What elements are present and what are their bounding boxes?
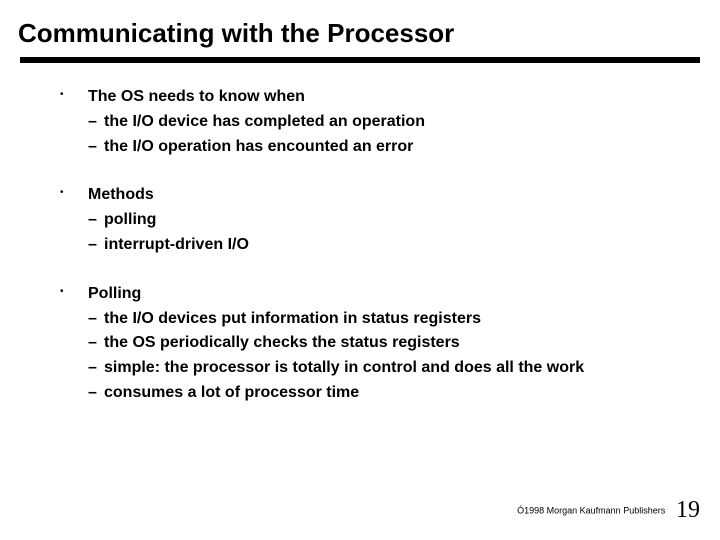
slide: Communicating with the Processor The OS … (0, 0, 720, 540)
slide-content: The OS needs to know when –the I/O devic… (0, 85, 720, 406)
page-number: 19 (676, 497, 700, 523)
bullet-level2: –simple: the processor is totally in con… (60, 356, 690, 381)
bullet-text: interrupt-driven I/O (104, 236, 249, 253)
bullet-level2: –consumes a lot of processor time (60, 381, 690, 406)
bullet-level2: –the I/O device has completed an operati… (60, 110, 690, 135)
bullet-section: Polling –the I/O devices put information… (60, 282, 690, 406)
bullet-text: the I/O device has completed an operatio… (104, 113, 425, 130)
bullet-level1: Methods (60, 183, 690, 208)
bullet-level1: The OS needs to know when (60, 85, 690, 110)
bullet-section: The OS needs to know when –the I/O devic… (60, 85, 690, 159)
bullet-text: polling (104, 211, 156, 228)
bullet-text: the I/O devices put information in statu… (104, 310, 481, 327)
bullet-text: simple: the processor is totally in cont… (104, 359, 584, 376)
bullet-level2: –the I/O devices put information in stat… (60, 307, 690, 332)
bullet-level2: –interrupt-driven I/O (60, 233, 690, 258)
copyright-text: Ó1998 Morgan Kaufmann Publishers (517, 506, 665, 516)
title-rule (20, 57, 700, 63)
bullet-level2: –the I/O operation has encounted an erro… (60, 135, 690, 160)
slide-title: Communicating with the Processor (0, 0, 720, 57)
slide-footer: Ó1998 Morgan Kaufmann Publishers 19 (517, 497, 700, 524)
bullet-level2: –polling (60, 208, 690, 233)
bullet-level2: –the OS periodically checks the status r… (60, 331, 690, 356)
bullet-section: Methods –polling –interrupt-driven I/O (60, 183, 690, 257)
bullet-level1: Polling (60, 282, 690, 307)
bullet-text: consumes a lot of processor time (104, 384, 359, 401)
bullet-text: the I/O operation has encounted an error (104, 138, 413, 155)
bullet-text: the OS periodically checks the status re… (104, 334, 460, 351)
